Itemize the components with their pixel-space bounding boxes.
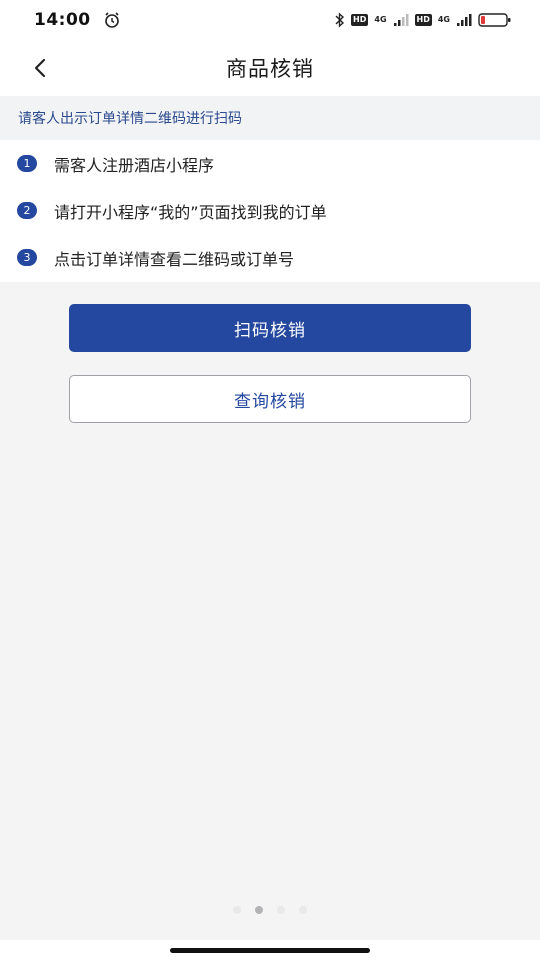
- back-button[interactable]: [22, 50, 58, 86]
- page-dot: [299, 906, 307, 914]
- scan-verify-label: 扫码核销: [234, 320, 306, 341]
- step-text: 点击订单详情查看二维码或订单号: [54, 249, 295, 269]
- step-number-badge: 1: [17, 155, 37, 172]
- status-icons: HD 4G HD 4G: [335, 12, 512, 28]
- chevron-left-icon: [34, 58, 46, 78]
- step-item: 3 点击订单详情查看二维码或订单号: [0, 234, 540, 281]
- alarm-icon: [104, 12, 119, 28]
- hint-text: 请客人出示订单详情二维码进行扫码: [18, 111, 242, 127]
- network-label: 4G: [374, 15, 387, 24]
- hint-banner: 请客人出示订单详情二维码进行扫码: [0, 96, 540, 140]
- steps-list: 1 需客人注册酒店小程序 2 请打开小程序“我的”页面找到我的订单 3 点击订单…: [0, 140, 540, 282]
- screen: 14:00 HD 4G HD 4G 商品核销 请客人出示订单详情二维码进行扫码 …: [0, 0, 540, 960]
- query-verify-button[interactable]: 查询核销: [69, 375, 471, 423]
- step-item: 1 需客人注册酒店小程序: [0, 140, 540, 187]
- bluetooth-icon: [335, 12, 345, 28]
- network-label-2: 4G: [437, 15, 450, 24]
- 4g-signal-icon: [457, 14, 472, 26]
- step-text: 请打开小程序“我的”页面找到我的订单: [54, 202, 327, 222]
- step-number-badge: 3: [17, 249, 37, 266]
- status-time: 14:00: [34, 10, 91, 30]
- query-verify-label: 查询核销: [234, 391, 306, 412]
- page-title: 商品核销: [226, 57, 314, 81]
- status-bar: 14:00 HD 4G HD 4G: [0, 0, 540, 40]
- page-dot: [233, 906, 241, 914]
- page-dot-active: [255, 906, 263, 914]
- home-indicator[interactable]: [170, 948, 370, 953]
- step-item: 2 请打开小程序“我的”页面找到我的订单: [0, 187, 540, 234]
- hd-badge-2: HD: [414, 14, 432, 26]
- header: 商品核销: [0, 40, 540, 96]
- battery-icon: [478, 13, 511, 27]
- step-text: 需客人注册酒店小程序: [54, 155, 215, 175]
- hd-badge: HD: [351, 14, 369, 26]
- page-indicator: [0, 906, 540, 914]
- step-number-badge: 2: [17, 202, 37, 219]
- signal-icon: [393, 14, 409, 26]
- scan-verify-button[interactable]: 扫码核销: [69, 304, 471, 352]
- page-dot: [277, 906, 285, 914]
